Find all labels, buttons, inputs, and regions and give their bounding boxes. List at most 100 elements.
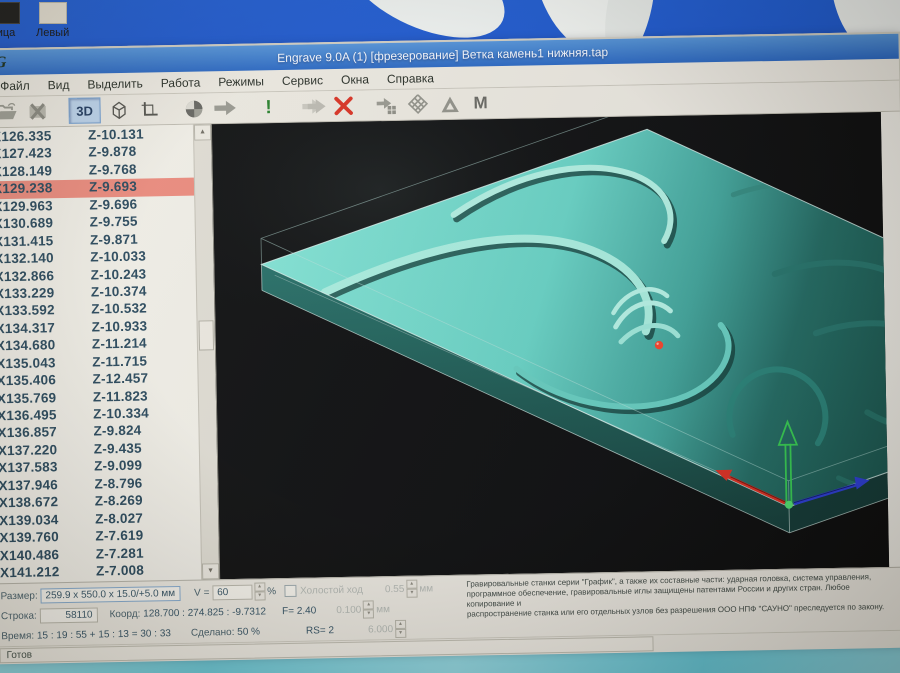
coords-x-value: X130.689 [0,215,90,234]
coords-x-value: X133.592 [0,302,91,321]
step-spinner[interactable]: ▲▼ [363,600,374,618]
close-file-button[interactable] [24,99,50,123]
coords-x-value: X137.583 [0,459,94,478]
desktop-icon-levyi[interactable]: Левый [36,2,69,39]
menu-item[interactable]: Сервис [273,71,332,90]
coords-x-value: X136.495 [0,407,93,426]
coords-z-value: Z-8.269 [95,493,143,511]
continue-button-disabled[interactable] [299,94,325,118]
menu-item[interactable]: Окна [332,70,378,89]
coords-x-value: X127.423 [0,145,89,164]
coords-x-value: X133.229 [0,284,91,303]
coords-z-value: Z-12.457 [92,371,148,389]
coords-z-value: Z-9.099 [94,458,142,476]
coords-x-value: X140.486 [0,546,96,565]
coords-x-value: X137.220 [0,441,94,460]
coords-x-value: X128.149 [0,162,89,181]
coord-values: 128.700 : 274.825 : -9.7312 [143,606,266,619]
coords-z-value: Z-10.131 [88,127,144,145]
desktop-icon-levyi-label: Левый [36,27,69,39]
scroll-down-button[interactable]: ▼ [202,563,219,579]
send-to-machine-button[interactable] [374,93,400,117]
scroll-up-button[interactable]: ▲ [194,124,211,140]
size-field[interactable]: 259.9 x 550.0 x 15.0/+5.0 мм [40,585,180,603]
license-notice: Гравировальные станки серии "График", а … [466,572,887,620]
coords-z-value: Z-10.374 [91,283,147,301]
desktop-icon-partial-label: ица [0,27,15,39]
run-button[interactable] [211,96,237,120]
macro-button[interactable]: M [467,91,493,115]
line-field[interactable]: 58110 [39,607,97,623]
coords-x-value: X131.415 [0,232,90,251]
speed-field[interactable]: 60 [212,584,252,600]
speed-label: V = [194,587,209,598]
desktop-icon-partial-glyph [0,2,20,24]
grid-button[interactable] [405,92,431,116]
min-spinner[interactable]: ▲▼ [395,620,406,638]
coords-z-value: Z-10.334 [93,405,149,423]
coords-z-value: Z-11.715 [92,353,147,371]
coords-x-value: X134.317 [0,319,92,338]
idle-move-checkbox[interactable] [284,585,296,597]
coords-z-value: Z-9.878 [88,144,136,162]
region-select-button[interactable] [136,97,162,121]
view-3d-button[interactable]: 3D [68,97,100,124]
recycle-button[interactable] [436,92,462,116]
coords-x-value: X138.672 [0,494,95,513]
menu-item[interactable]: Файл [0,76,39,95]
coord-label: Коорд: [109,608,140,620]
coords-z-value: Z-9.696 [89,196,137,214]
coords-z-value: Z-7.619 [95,528,143,546]
step-value: 0.100 [336,604,361,615]
coords-z-value: Z-9.435 [94,441,142,459]
line-label: Строка: [1,610,37,622]
coords-x-value: X135.769 [0,389,93,408]
coords-z-value: Z-8.796 [94,475,142,493]
cube-view-button[interactable] [105,98,131,122]
coords-z-value: Z-11.823 [93,388,148,406]
coords-x-value: X137.946 [0,476,95,495]
coords-x-value: X139.760 [0,529,96,548]
idle-spinner[interactable]: ▲▼ [406,580,417,598]
gcode-coordinate-list: X126.335 Z-10.131 X127.423 Z-9.878 X128.… [0,125,201,584]
coords-z-value: Z-9.871 [90,231,138,249]
relief-3d-render [212,112,889,579]
menu-item[interactable]: Выделить [78,74,152,93]
coords-z-value: Z-9.755 [90,214,138,232]
coords-z-value: Z-10.243 [91,266,147,284]
menu-item[interactable]: Режимы [209,72,273,91]
coords-z-value: Z-10.532 [91,301,147,319]
coords-z-value: Z-9.693 [89,179,137,197]
step-unit: мм [376,604,390,615]
menu-item[interactable]: Работа [152,73,210,92]
size-label: Размер: [0,590,37,602]
coords-x-value: X129.238 [0,180,89,199]
coords-z-value: Z-8.027 [95,510,143,528]
rs-value: RS= 2 [306,625,334,637]
start-engrave-button[interactable]: ! [255,95,281,119]
open-file-button[interactable] [0,100,20,124]
coords-x-value: X139.034 [0,511,95,530]
time-value: 15 : 19 : 55 + 15 : 13 = 30 : 33 [37,628,171,641]
scroll-thumb[interactable] [199,320,215,350]
sphere-mode-button[interactable] [180,96,206,120]
menu-item[interactable]: Справка [378,69,443,88]
coords-z-value: Z-7.008 [96,563,144,581]
coords-x-value: X136.857 [0,424,94,443]
stop-button[interactable] [330,94,356,118]
coords-x-value: X135.043 [0,354,92,373]
coords-x-value: X126.335 [0,128,88,147]
percent-label: % [267,586,276,597]
min-value: 6.000 [368,624,393,635]
coords-x-value: X141.212 [0,563,96,582]
desktop-icon-partial[interactable]: ица [0,2,20,39]
speed-spinner[interactable]: ▲▼ [254,582,265,600]
3d-preview-viewport[interactable] [211,112,889,579]
coords-z-value: Z-9.768 [89,162,137,180]
idle-move-label: Холостой ход [300,584,363,596]
coords-z-value: Z-10.933 [91,318,147,336]
coords-x-value: X132.866 [0,267,91,286]
coords-z-value: Z-9.824 [93,423,141,441]
menu-item[interactable]: Вид [39,75,79,94]
idle-unit: мм [419,583,433,594]
